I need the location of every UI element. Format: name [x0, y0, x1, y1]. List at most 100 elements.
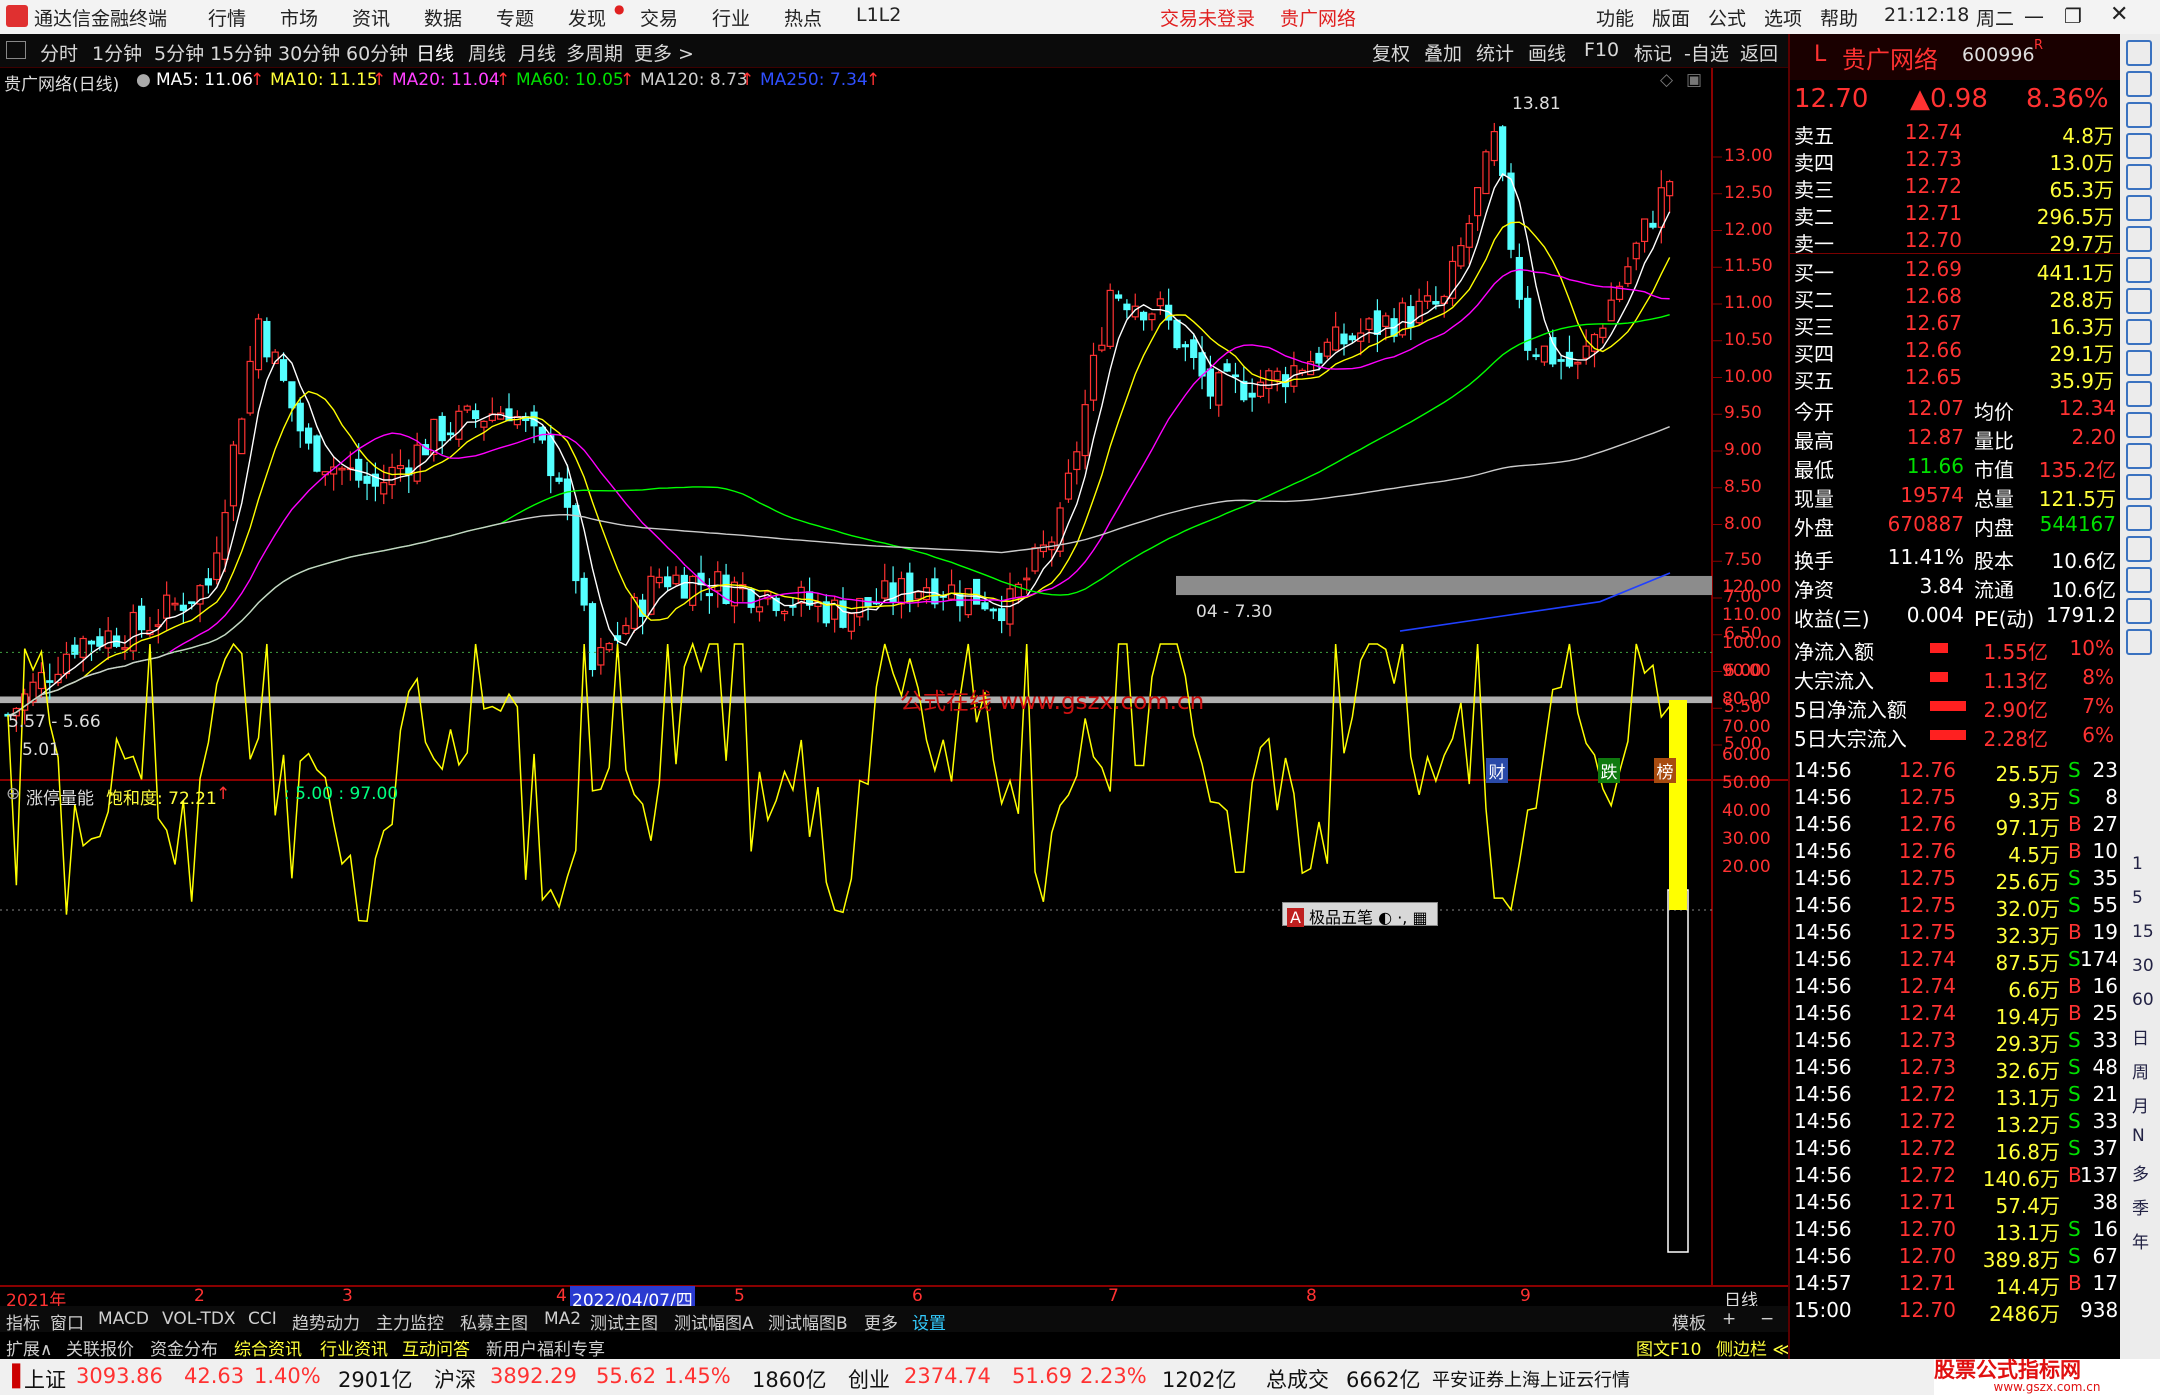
tab-chuangkou[interactable]: 窗口	[50, 1309, 84, 1334]
tf-1min[interactable]: 1分钟	[92, 39, 142, 66]
quote-row[interactable]: 卖三 12.72 65.3万	[1790, 172, 2120, 202]
quote-row[interactable]: 14:56 12.72 13.1万 S 21	[1790, 1080, 2120, 1110]
sidebar-period-label[interactable]: 年	[2132, 1228, 2149, 1253]
sidebar-tool-icon[interactable]	[2126, 567, 2152, 593]
zoom-in-icon[interactable]: +	[1722, 1309, 1736, 1329]
tab-sidebar[interactable]: 侧边栏 ≪	[1716, 1335, 1790, 1360]
sidebar-tool-icon[interactable]	[2126, 288, 2152, 314]
tf-60min[interactable]: 60分钟	[346, 39, 408, 66]
menu-jiaoyi[interactable]: 交易	[640, 4, 678, 31]
quote-row[interactable]: 卖一 12.70 29.7万	[1790, 226, 2120, 256]
tf-15min[interactable]: 15分钟	[210, 39, 272, 66]
tab-zonghe[interactable]: 综合资讯	[234, 1335, 302, 1360]
template-button[interactable]: 模板	[1672, 1309, 1706, 1334]
quote-row[interactable]: 14:57 12.71 14.4万 B 17	[1790, 1269, 2120, 1299]
quote-row[interactable]: 买四 12.66 29.1万	[1790, 336, 2120, 366]
kline-chart[interactable]	[0, 68, 1788, 1306]
sidebar-period-label[interactable]: N	[2132, 1126, 2145, 1146]
index-sh-name[interactable]: 上证	[24, 1364, 66, 1394]
tool-f10[interactable]: F10	[1584, 39, 1619, 61]
sidebar-tool-icon[interactable]	[2126, 598, 2152, 624]
quote-row[interactable]: 买二 12.68 28.8万	[1790, 282, 2120, 312]
tab-ceshi-a[interactable]: 测试幅图A	[674, 1309, 754, 1334]
tf-monthly[interactable]: 月线	[518, 39, 556, 66]
quote-row[interactable]: 净资 3.84 流通 10.6亿	[1790, 572, 2120, 602]
sidebar-tool-icon[interactable]	[2126, 102, 2152, 128]
tab-ceshi-zhutu[interactable]: 测试主图	[590, 1309, 658, 1334]
tab-xinyonghu[interactable]: 新用户福利专享	[486, 1335, 605, 1360]
tool-tongji[interactable]: 统计	[1476, 39, 1514, 66]
sidebar-tool-icon[interactable]	[2126, 629, 2152, 655]
quote-row[interactable]: 换手 11.41% 股本 10.6亿	[1790, 543, 2120, 573]
tab-macd[interactable]: MACD	[98, 1309, 149, 1329]
tab-vol-tdx[interactable]: VOL-TDX	[162, 1309, 236, 1329]
tab-ma2[interactable]: MA2	[544, 1309, 581, 1329]
window-icon[interactable]: ▣	[1686, 70, 1702, 90]
sidebar-period-label[interactable]: 月	[2132, 1092, 2149, 1117]
sidebar-tool-icon[interactable]	[2126, 164, 2152, 190]
sidebar-period-label[interactable]: 5	[2132, 888, 2143, 908]
quote-row[interactable]: 买五 12.65 35.9万	[1790, 363, 2120, 393]
quote-row[interactable]: 最低 11.66 市值 135.2亿	[1790, 452, 2120, 482]
menu-banmian[interactable]: 版面	[1652, 4, 1690, 31]
sidebar-tool-icon[interactable]	[2126, 133, 2152, 159]
quote-row[interactable]: 14:56 12.76 4.5万 B 10	[1790, 837, 2120, 867]
marker-die[interactable]: 跌	[1598, 758, 1620, 783]
menu-redian[interactable]: 热点	[784, 4, 822, 31]
indicator-toggle-icon[interactable]: ⊕	[6, 784, 20, 804]
quote-row[interactable]: 卖四 12.73 13.0万	[1790, 145, 2120, 175]
sidebar-period-label[interactable]: 周	[2132, 1058, 2149, 1083]
diamond-icon[interactable]: ◇	[1660, 70, 1673, 90]
tab-simu[interactable]: 私募主图	[460, 1309, 528, 1334]
quote-row[interactable]: 14:56 12.72 140.6万 B 137	[1790, 1161, 2120, 1191]
quote-row[interactable]: 14:56 12.73 29.3万 S 33	[1790, 1026, 2120, 1056]
quote-row[interactable]: 14:56 12.75 9.3万 S 8	[1790, 783, 2120, 813]
marker-cai[interactable]: 财	[1486, 758, 1508, 783]
sidebar-tool-icon[interactable]	[2126, 319, 2152, 345]
tab-more[interactable]: 更多	[864, 1309, 898, 1334]
sidebar-tool-icon[interactable]	[2126, 381, 2152, 407]
sidebar-tool-icon[interactable]	[2126, 257, 2152, 283]
tab-hangye[interactable]: 行业资讯	[320, 1335, 388, 1360]
tab-cci[interactable]: CCI	[248, 1309, 277, 1329]
quote-row[interactable]: 14:56 12.76 25.5万 S 23	[1790, 756, 2120, 786]
tab-zhuli[interactable]: 主力监控	[376, 1309, 444, 1334]
ime-popup[interactable]: A 极品五笔 ◐ ·, ▦	[1282, 902, 1438, 927]
tf-fenshi[interactable]: 分时	[40, 39, 78, 66]
tab-zhibiao[interactable]: 指标	[6, 1309, 40, 1334]
minimize-icon[interactable]: —	[2024, 4, 2044, 28]
sidebar-period-label[interactable]: 15	[2132, 922, 2154, 942]
quote-row[interactable]: 卖五 12.74 4.8万	[1790, 118, 2120, 148]
tab-kuozhan[interactable]: 扩展∧	[6, 1335, 52, 1360]
menu-xuanxiang[interactable]: 选项	[1764, 4, 1802, 31]
tool-diejia[interactable]: 叠加	[1424, 39, 1462, 66]
quote-row[interactable]: 现量 19574 总量 121.5万	[1790, 481, 2120, 511]
quote-row[interactable]: 14:56 12.75 32.0万 S 55	[1790, 891, 2120, 921]
sidebar-tool-icon[interactable]	[2126, 195, 2152, 221]
tab-settings[interactable]: 设置	[912, 1309, 946, 1334]
sidebar-tool-icon[interactable]	[2126, 350, 2152, 376]
quote-row[interactable]: 14:56 12.74 6.6万 B 16	[1790, 972, 2120, 1002]
quote-row[interactable]: 14:56 12.74 19.4万 B 25	[1790, 999, 2120, 1029]
menu-l1l2[interactable]: L1L2	[856, 4, 901, 26]
sidebar-tool-icon[interactable]	[2126, 226, 2152, 252]
sidebar-tool-icon[interactable]	[2126, 443, 2152, 469]
tf-weekly[interactable]: 周线	[468, 39, 506, 66]
quote-row[interactable]: 14:56 12.70 13.1万 S 16	[1790, 1215, 2120, 1245]
sidebar-tool-icon[interactable]	[2126, 536, 2152, 562]
ma-toggle-icon[interactable]: ●	[136, 70, 151, 90]
tool-fanhui[interactable]: 返回	[1740, 39, 1778, 66]
menu-bangzhu[interactable]: 帮助	[1820, 4, 1858, 31]
ime-moon-icon[interactable]: ◐ ·, ▦	[1378, 908, 1427, 927]
menu-hangye[interactable]: 行业	[712, 4, 750, 31]
tool-huaxian[interactable]: 画线	[1528, 39, 1566, 66]
menu-shichang[interactable]: 市场	[280, 4, 318, 31]
sidebar-tool-icon[interactable]	[2126, 71, 2152, 97]
tab-guanlian[interactable]: 关联报价	[66, 1335, 134, 1360]
menu-faxian[interactable]: 发现	[568, 4, 606, 31]
sidebar-tool-icon[interactable]	[2126, 474, 2152, 500]
tool-fuquan[interactable]: 复权	[1372, 39, 1410, 66]
menu-gongneng[interactable]: 功能	[1596, 4, 1634, 31]
sidebar-period-label[interactable]: 日	[2132, 1024, 2149, 1049]
quote-row[interactable]: 今开 12.07 均价 12.34	[1790, 394, 2120, 424]
